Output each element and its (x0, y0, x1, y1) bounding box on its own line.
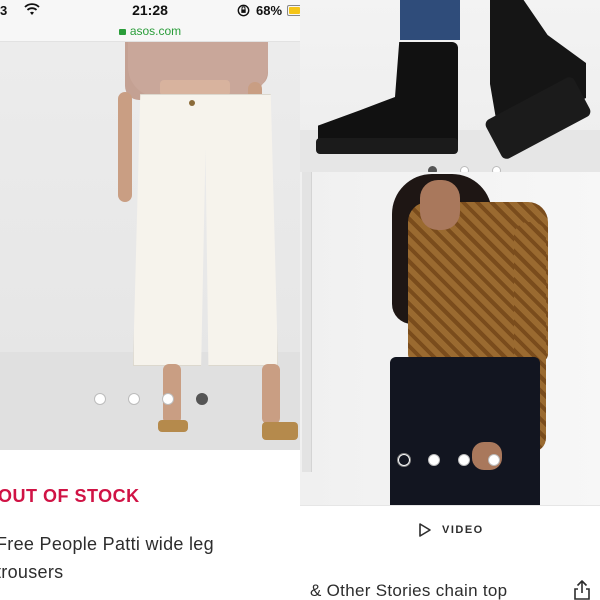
image-shape (400, 0, 460, 40)
image-shape (118, 92, 132, 202)
image-shape (262, 422, 298, 440)
image-shape (189, 100, 195, 106)
play-icon (419, 523, 431, 537)
battery-percent: 68% (256, 3, 283, 18)
status-time: 21:28 (132, 2, 168, 18)
image-shape (316, 138, 458, 154)
carousel-dot[interactable] (458, 454, 470, 466)
image-shape (160, 80, 230, 96)
image-shape (133, 94, 278, 366)
image-floor (0, 352, 300, 450)
product-image-trousers[interactable] (0, 42, 300, 450)
image-shape (262, 364, 280, 424)
image-shape (158, 420, 188, 432)
left-product-pane: 3 21:28 68% asos.com OUT OF STOCK Free P… (0, 0, 300, 600)
video-button[interactable]: VIDEO (300, 505, 600, 555)
carousel-dot[interactable] (162, 393, 174, 405)
image-shape (390, 357, 540, 505)
carousel-dot[interactable] (428, 454, 440, 466)
status-bar: 3 21:28 68% (0, 0, 300, 22)
right-product-pane: VIDEO & Other Stories chain top (300, 0, 600, 600)
product-title-line: Free People Patti wide leg (0, 534, 214, 554)
battery-icon (287, 5, 300, 16)
image-shape (302, 172, 312, 472)
stock-status: OUT OF STOCK (0, 486, 140, 506)
rotation-lock-icon (237, 4, 250, 17)
carousel-dot[interactable] (128, 393, 140, 405)
lock-icon (118, 29, 126, 35)
carousel-dot-active[interactable] (398, 454, 410, 466)
product-title[interactable]: & Other Stories chain top (310, 581, 507, 600)
carousel-dot[interactable] (488, 454, 500, 466)
share-icon[interactable] (572, 579, 592, 600)
product-title-line: trousers (0, 562, 64, 582)
battery-fill (289, 7, 300, 14)
image-shape (420, 180, 460, 230)
image-shape (318, 42, 458, 152)
product-info: & Other Stories chain top (300, 555, 600, 600)
url-text: asos.com (129, 24, 182, 38)
carousel-dot-active[interactable] (196, 393, 208, 405)
product-image-boots[interactable] (300, 0, 600, 172)
carousel-dot[interactable] (94, 393, 106, 405)
product-image-chain-top[interactable] (300, 172, 600, 505)
video-label: VIDEO (442, 524, 484, 536)
address-bar[interactable]: asos.com (0, 22, 300, 42)
product-title[interactable]: Free People Patti wide leg trousers (0, 530, 296, 586)
